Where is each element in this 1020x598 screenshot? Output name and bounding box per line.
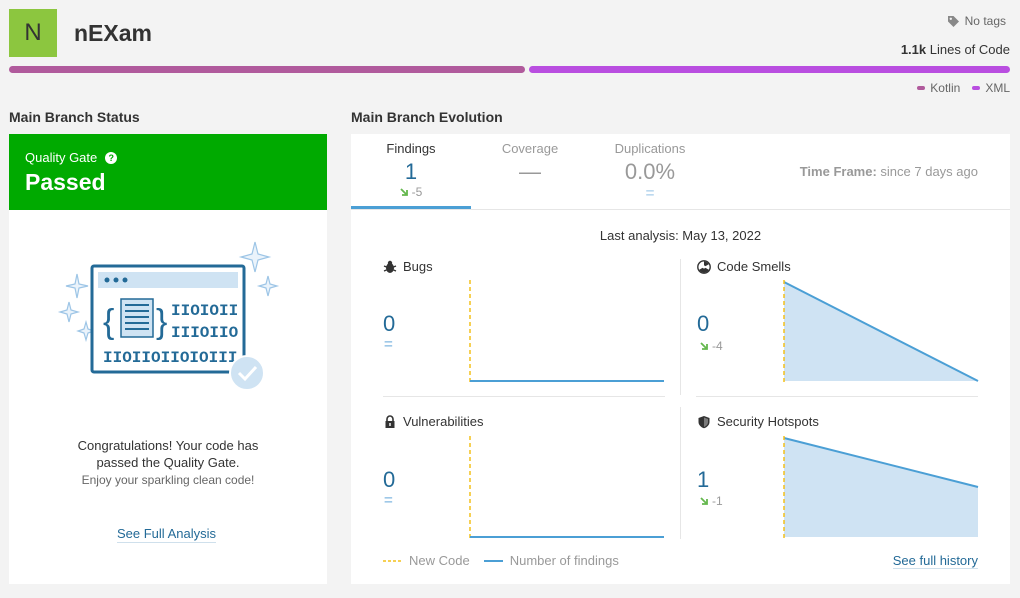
tab-delta-value: -5 (411, 185, 423, 199)
arrow-down-right-icon (400, 187, 408, 196)
code-smells-delta: -4 (700, 339, 723, 353)
tab-divider (351, 209, 1010, 210)
divider (680, 259, 681, 395)
lines-of-code: 1.1k Lines of Code (901, 42, 1010, 57)
status-panel: Quality Gate ? Passed { } IIOIOII IIIOII… (9, 134, 327, 584)
time-frame-value: since 7 days ago (880, 164, 978, 179)
bugs-value[interactable]: 0 (383, 311, 395, 337)
language-name: Kotlin (930, 81, 961, 95)
radiation-icon (697, 259, 711, 274)
svg-text:IIOIOII: IIOIOII (171, 302, 238, 320)
svg-text:{: { (103, 303, 114, 341)
metric-title-text: Code Smells (717, 259, 791, 274)
delta-value: -4 (712, 339, 723, 353)
time-frame: Time Frame: since 7 days ago (800, 164, 978, 179)
bugs-chart (469, 280, 664, 382)
tab-delta: -5 (351, 185, 471, 199)
security-hotspots-value[interactable]: 1 (697, 467, 709, 493)
enjoy-message: Enjoy your sparkling clean code! (81, 473, 255, 487)
code-smells-metric-title[interactable]: Code Smells (697, 259, 791, 274)
legend-number-of-findings: Number of findings (483, 553, 619, 568)
arrow-down-right-icon (700, 341, 708, 350)
tag-icon (947, 15, 959, 27)
last-analysis: Last analysis: May 13, 2022 (599, 228, 762, 243)
security-hotspots-delta: -1 (700, 494, 723, 508)
language-legend-kotlin: Kotlin (917, 81, 960, 95)
language-legend: Kotlin XML (917, 81, 1010, 95)
vulnerabilities-metric-title[interactable]: Vulnerabilities (383, 414, 483, 429)
code-smells-chart (783, 280, 979, 382)
tab-delta: = (645, 185, 655, 202)
bug-icon (383, 260, 397, 273)
code-smells-value[interactable]: 0 (697, 311, 709, 337)
loc-value: 1.1k (900, 42, 927, 57)
quality-gate-box: Quality Gate ? Passed (9, 134, 327, 210)
svg-text:IIOIIOIIOIOIII: IIOIIOIIOIOIII (103, 349, 237, 367)
see-full-analysis-link[interactable]: See Full Analysis (117, 526, 216, 543)
vulnerabilities-delta: = (384, 492, 393, 509)
metric-title-text: Vulnerabilities (403, 414, 484, 429)
project-avatar: N (9, 9, 57, 57)
quality-gate-status: Passed (25, 169, 106, 195)
language-bar-xml (529, 66, 1010, 73)
security-hotspots-metric-title[interactable]: Security Hotspots (697, 414, 819, 429)
bugs-metric-title[interactable]: Bugs (383, 259, 433, 274)
legend-new-code: New Code (383, 553, 470, 568)
main-branch-status-title: Main Branch Status (9, 109, 140, 125)
congrats-message: Congratulations! Your code has passed th… (9, 437, 327, 471)
divider (680, 407, 681, 539)
shield-icon (698, 415, 710, 428)
help-icon[interactable]: ? (105, 151, 118, 164)
tab-label: Duplications (614, 141, 686, 156)
clean-code-illustration: { } IIOIOII IIIOIIO IIOIIOIIOIOIII (57, 241, 280, 391)
tab-label: Coverage (501, 141, 559, 156)
tab-value: — (519, 159, 541, 184)
tags-label: No tags (964, 14, 1006, 28)
chart-legend: New Code Number of findings (383, 553, 619, 568)
vulnerabilities-value[interactable]: 0 (383, 467, 395, 493)
quality-gate-label: Quality Gate ? (25, 150, 118, 165)
time-frame-label: Time Frame: (799, 164, 877, 179)
legend-text: New Code (409, 553, 470, 568)
security-hotspots-chart (783, 436, 979, 538)
lock-icon (385, 414, 395, 428)
tab-label: Findings (386, 141, 436, 156)
arrow-down-right-icon (700, 496, 708, 505)
legend-text: Number of findings (509, 553, 619, 568)
svg-text:IIIOIIO: IIIOIIO (171, 324, 239, 342)
metric-title-text: Bugs (403, 259, 433, 274)
main-branch-evolution-title: Main Branch Evolution (351, 109, 503, 125)
tab-coverage[interactable]: Coverage — (471, 134, 589, 210)
congrats-text: Congratulations! Your code has passed th… (77, 438, 259, 470)
vulnerabilities-chart (469, 436, 664, 538)
quality-gate-text: Quality Gate (25, 150, 98, 165)
tab-duplications[interactable]: Duplications 0.0% = (589, 134, 711, 210)
svg-text:}: } (156, 303, 167, 341)
tab-value: 0.0% (624, 159, 676, 184)
bugs-delta: = (384, 336, 393, 353)
language-name: XML (985, 81, 1010, 95)
metric-title-text: Security Hotspots (717, 414, 819, 429)
evolution-panel: Findings 1 -5 Coverage — Duplications 0.… (351, 134, 1010, 584)
delta-value: -1 (712, 494, 723, 508)
project-tags[interactable]: No tags (947, 14, 1006, 28)
divider (696, 396, 978, 397)
see-full-history-link[interactable]: See full history (892, 553, 978, 569)
divider (383, 396, 665, 397)
language-bar-kotlin (9, 66, 525, 73)
tab-findings[interactable]: Findings 1 -5 (351, 134, 471, 210)
project-name[interactable]: nEXam (74, 20, 152, 47)
tab-value: 1 (404, 159, 418, 184)
loc-label: Lines of Code (929, 42, 1010, 57)
language-legend-xml: XML (972, 81, 1010, 95)
